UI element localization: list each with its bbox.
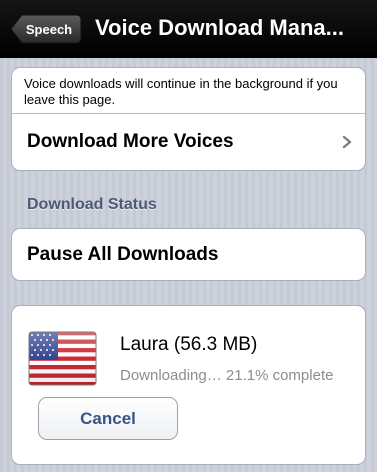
voice-name: Laura (56.3 MB) (120, 334, 258, 355)
download-more-voices-row[interactable]: Download More Voices (12, 114, 365, 170)
back-button-label: Speech (25, 21, 73, 37)
info-group: Voice downloads will continue in the bac… (11, 67, 366, 171)
chevron-right-icon (342, 135, 352, 149)
pause-all-downloads-label: Pause All Downloads (27, 243, 219, 265)
voice-download-status: Downloading… 21.1% complete (120, 367, 334, 384)
download-status-header: Download Status (27, 196, 157, 213)
pause-group: Pause All Downloads (11, 228, 366, 281)
cancel-button-label: Cancel (80, 408, 136, 428)
us-flag-icon (28, 331, 97, 386)
pause-all-downloads-row[interactable]: Pause All Downloads (12, 229, 365, 280)
download-more-voices-label: Download More Voices (27, 131, 234, 152)
back-button[interactable]: Speech (10, 14, 82, 44)
page-title: Voice Download Mana... (95, 15, 344, 40)
cancel-download-button[interactable]: Cancel (38, 397, 178, 440)
navigation-bar: Speech Voice Download Mana... (0, 0, 377, 58)
info-text: Voice downloads will continue in the bac… (12, 68, 365, 114)
